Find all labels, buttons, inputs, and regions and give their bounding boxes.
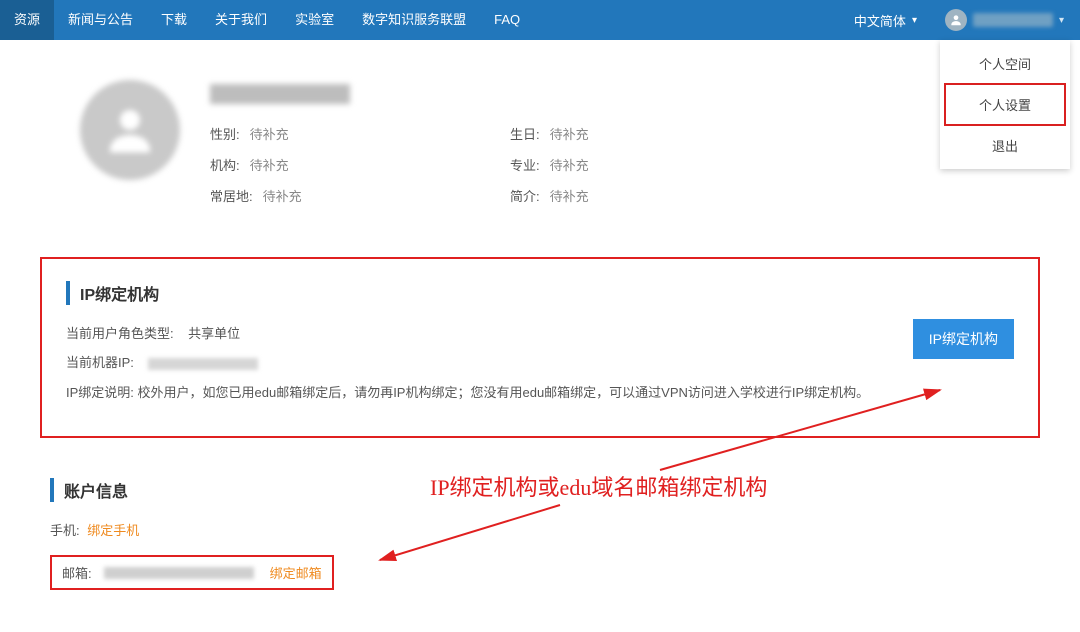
content-wrap: 性别: 待补充 生日: 待补充 机构: 待补充 专业: 待补充	[0, 40, 1080, 632]
nav-faq[interactable]: FAQ	[480, 0, 534, 40]
top-nav: 资源 新闻与公告 下载 关于我们 实验室 数字知识服务联盟 FAQ 中文简体 ▾…	[0, 0, 1080, 40]
dropdown-personal-space[interactable]: 个人空间	[940, 44, 1070, 83]
dropdown-personal-settings[interactable]: 个人设置	[944, 83, 1066, 126]
ip-address-blurred	[148, 358, 258, 370]
label-residence: 常居地:	[210, 186, 253, 205]
account-title: 账户信息	[50, 478, 1030, 502]
value-birthday: 待补充	[550, 124, 589, 143]
nav-alliance[interactable]: 数字知识服务联盟	[348, 0, 480, 40]
chevron-down-icon: ▾	[1059, 15, 1064, 26]
email-highlight-box: 邮箱: 绑定邮箱	[50, 555, 334, 590]
language-label: 中文简体	[854, 11, 906, 30]
email-label: 邮箱:	[62, 563, 92, 582]
ip-role-label: 当前用户角色类型:	[66, 326, 174, 341]
label-gender: 性别:	[210, 124, 240, 143]
email-row: 邮箱: 绑定邮箱	[50, 551, 1030, 590]
bind-email-link[interactable]: 绑定邮箱	[270, 563, 322, 582]
label-birthday: 生日:	[510, 124, 540, 143]
chevron-down-icon: ▾	[912, 15, 917, 26]
email-blurred	[104, 567, 254, 579]
label-intro: 简介:	[510, 186, 540, 205]
user-dropdown: 个人空间 个人设置 退出	[940, 40, 1070, 169]
language-selector[interactable]: 中文简体 ▾	[840, 11, 931, 30]
account-section: 账户信息 手机: 绑定手机 邮箱: 绑定邮箱	[40, 478, 1040, 590]
ip-role-value: 共享单位	[188, 326, 240, 341]
label-org: 机构:	[210, 155, 240, 174]
user-menu-trigger[interactable]: ▾	[931, 9, 1068, 31]
profile-avatar	[80, 80, 180, 180]
nav-lab[interactable]: 实验室	[281, 0, 348, 40]
dropdown-logout[interactable]: 退出	[940, 126, 1070, 165]
value-intro: 待补充	[550, 186, 589, 205]
bind-phone-link[interactable]: 绑定手机	[87, 523, 139, 538]
nav-resources[interactable]: 资源	[0, 0, 54, 40]
ip-address-row: 当前机器IP:	[66, 352, 1014, 371]
phone-row: 手机: 绑定手机	[50, 520, 1030, 539]
profile-name-blurred	[210, 84, 350, 104]
phone-label: 手机:	[50, 523, 80, 538]
value-residence: 待补充	[263, 186, 302, 205]
nav-download[interactable]: 下载	[147, 0, 201, 40]
ip-section-title: IP绑定机构	[66, 281, 1014, 305]
label-major: 专业:	[510, 155, 540, 174]
ip-address-label: 当前机器IP:	[66, 355, 134, 370]
username-blurred	[973, 13, 1053, 27]
ip-binding-section: IP绑定机构 当前用户角色类型: 共享单位 当前机器IP: IP绑定说明: 校外…	[40, 257, 1040, 438]
value-gender: 待补充	[250, 124, 289, 143]
nav-about[interactable]: 关于我们	[201, 0, 281, 40]
nav-news[interactable]: 新闻与公告	[54, 0, 147, 40]
value-major: 待补充	[550, 155, 589, 174]
user-avatar-icon	[945, 9, 967, 31]
ip-bind-button[interactable]: IP绑定机构	[913, 319, 1014, 359]
ip-role-row: 当前用户角色类型: 共享单位	[66, 323, 1014, 342]
value-org: 待补充	[250, 155, 289, 174]
profile-block: 性别: 待补充 生日: 待补充 机构: 待补充 专业: 待补充	[40, 60, 1040, 257]
ip-desc: IP绑定说明: 校外用户，如您已用edu邮箱绑定后，请勿再IP机构绑定；您没有用…	[66, 381, 1014, 404]
